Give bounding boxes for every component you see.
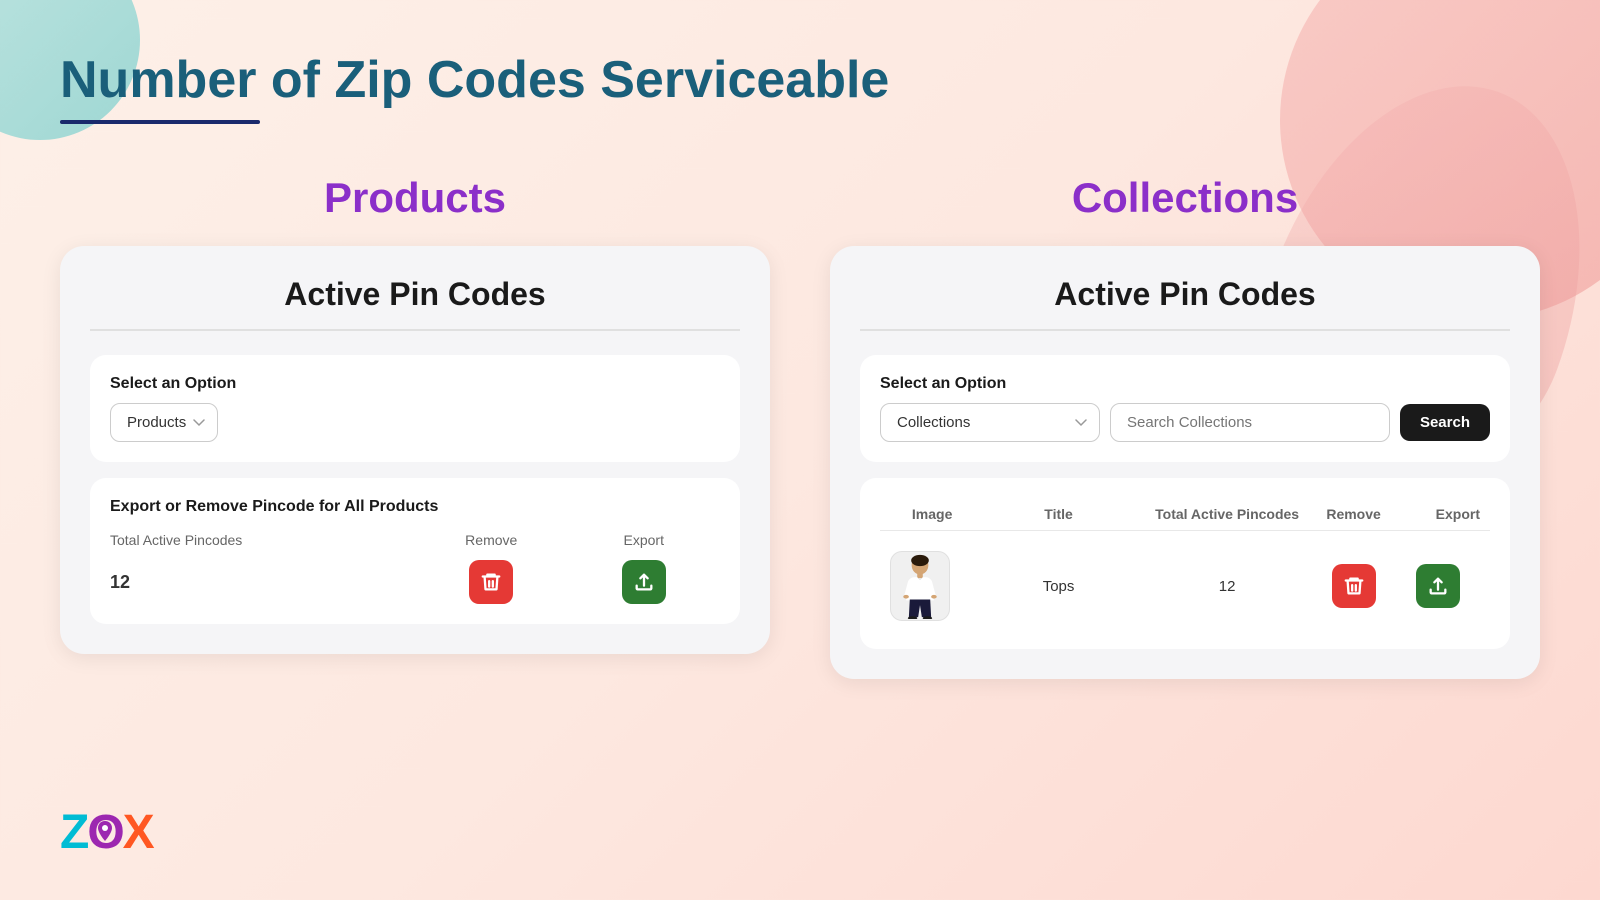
logo-pin-drop	[96, 821, 114, 845]
collections-select-section: Select an Option Collections Products Se…	[860, 355, 1510, 462]
products-export-value-row: 12	[110, 548, 720, 604]
products-select-label: Select an Option	[110, 375, 720, 393]
collections-card-title: Active Pin Codes	[860, 276, 1510, 331]
products-col-total-header: Total Active Pincodes	[110, 532, 415, 548]
logo-wordmark: Z O X	[60, 805, 153, 860]
collection-remove-button[interactable]	[1332, 564, 1376, 608]
product-thumbnail	[890, 551, 950, 621]
collections-select-dropdown[interactable]: Collections Products	[880, 403, 1100, 442]
collections-select-label: Select an Option	[880, 375, 1490, 393]
products-export-title: Export or Remove Pincode for All Product…	[110, 498, 720, 516]
collections-card: Active Pin Codes Select an Option Collec…	[830, 246, 1540, 679]
logo-x: X	[123, 806, 153, 859]
col-total-header: Total Active Pincodes	[1143, 506, 1312, 522]
collections-search-input[interactable]	[1110, 403, 1390, 442]
row-remove-cell	[1311, 564, 1395, 608]
col-remove-header: Remove	[1311, 506, 1395, 522]
products-total-value: 12	[110, 572, 415, 593]
products-heading: Products	[60, 174, 770, 222]
collections-search-button[interactable]: Search	[1400, 404, 1490, 441]
logo: Z O X	[60, 805, 153, 860]
collections-controls-row: Collections Products Search	[880, 403, 1490, 442]
panels-container: Products Active Pin Codes Select an Opti…	[60, 174, 1540, 679]
collections-heading: Collections	[830, 174, 1540, 222]
products-card: Active Pin Codes Select an Option Produc…	[60, 246, 770, 654]
products-export-header-row: Total Active Pincodes Remove Export	[110, 532, 720, 548]
products-col-remove-header: Remove	[415, 532, 568, 548]
row-total-cell: 12	[1143, 578, 1312, 595]
products-select-section: Select an Option Products Collections	[90, 355, 740, 462]
table-row: Tops 12	[880, 543, 1490, 629]
products-export-section: Export or Remove Pincode for All Product…	[90, 478, 740, 624]
row-export-cell	[1396, 564, 1480, 608]
person-image	[895, 554, 945, 619]
title-underline	[60, 120, 260, 124]
products-export-button[interactable]	[622, 560, 666, 604]
trash-icon	[480, 571, 502, 593]
row-image-cell	[890, 551, 974, 621]
products-select-dropdown[interactable]: Products Collections	[110, 403, 218, 442]
upload-icon-collection	[1427, 575, 1449, 597]
trash-icon-collection	[1343, 575, 1365, 597]
logo-z: Z	[60, 806, 87, 859]
upload-icon	[633, 571, 655, 593]
col-export-header: Export	[1396, 506, 1480, 522]
collection-export-button[interactable]	[1416, 564, 1460, 608]
products-panel: Products Active Pin Codes Select an Opti…	[60, 174, 770, 654]
collections-table-section: Image Title Total Active Pincodes Remove…	[860, 478, 1510, 649]
col-image-header: Image	[890, 506, 974, 522]
collections-panel: Collections Active Pin Codes Select an O…	[830, 174, 1540, 679]
products-card-title: Active Pin Codes	[90, 276, 740, 331]
page-title: Number of Zip Codes Serviceable	[60, 50, 1540, 110]
row-title-cell: Tops	[974, 578, 1143, 595]
collections-table-header: Image Title Total Active Pincodes Remove…	[880, 498, 1490, 531]
col-title-header: Title	[974, 506, 1143, 522]
products-col-export-header: Export	[568, 532, 721, 548]
products-remove-button[interactable]	[469, 560, 513, 604]
